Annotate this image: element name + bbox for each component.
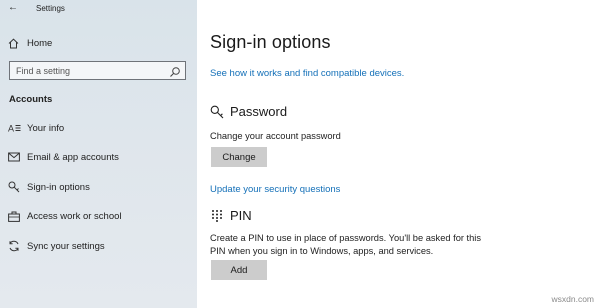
password-description: Change your account password (210, 131, 341, 141)
sidebar-item-home[interactable]: Home (7, 35, 187, 51)
key-icon (210, 105, 224, 119)
sidebar-item-sign-in-options[interactable]: Sign-in options (7, 178, 195, 196)
sidebar-item-label: Email & app accounts (27, 151, 119, 163)
watermark: wsxdn.com (551, 294, 594, 304)
keypad-icon (210, 209, 224, 223)
sidebar-item-label: Home (27, 37, 53, 49)
svg-text:A: A (8, 124, 14, 134)
pin-heading: PIN (230, 208, 252, 223)
compatible-devices-link[interactable]: See how it works and find compatible dev… (210, 68, 404, 79)
page-title: Sign-in options (210, 32, 331, 52)
person-card-icon: A (7, 122, 21, 134)
pin-description: Create a PIN to use in place of password… (210, 232, 481, 257)
search-field[interactable] (9, 61, 186, 80)
sidebar-item-label: Sign-in options (27, 181, 90, 193)
sync-icon (7, 240, 21, 252)
back-button[interactable]: ← (8, 2, 18, 13)
add-pin-button[interactable]: Add (211, 260, 267, 280)
sidebar-item-label: Your info (27, 122, 65, 134)
key-icon (7, 181, 21, 193)
sidebar-item-your-info[interactable]: A Your info (7, 119, 195, 137)
main-content: Sign-in options See how it works and fin… (197, 0, 600, 308)
pin-section-title: PIN (210, 208, 252, 223)
mail-icon (7, 151, 21, 163)
title-bar: ← Settings (0, 0, 197, 18)
pin-description-line: PIN when you sign in to Windows, apps, a… (210, 245, 434, 256)
change-password-button[interactable]: Change (211, 147, 267, 167)
section-header: Accounts (9, 94, 53, 105)
home-icon (7, 37, 19, 49)
sidebar-item-label: Access work or school (27, 210, 122, 222)
sidebar-item-label: Sync your settings (27, 240, 105, 252)
security-questions-link[interactable]: Update your security questions (210, 184, 340, 195)
briefcase-icon (7, 210, 21, 222)
sidebar-item-sync[interactable]: Sync your settings (7, 237, 195, 255)
sidebar: ← Settings Home Accounts A Your info Ema… (0, 0, 197, 308)
sidebar-item-email[interactable]: Email & app accounts (7, 148, 195, 166)
search-icon[interactable] (169, 65, 181, 77)
password-heading: Password (230, 104, 288, 119)
pin-description-line: Create a PIN to use in place of password… (210, 233, 482, 243)
password-section-title: Password (210, 104, 287, 119)
app-title: Settings (36, 4, 65, 13)
search-input[interactable] (10, 62, 160, 79)
sidebar-item-access-work[interactable]: Access work or school (7, 207, 195, 225)
